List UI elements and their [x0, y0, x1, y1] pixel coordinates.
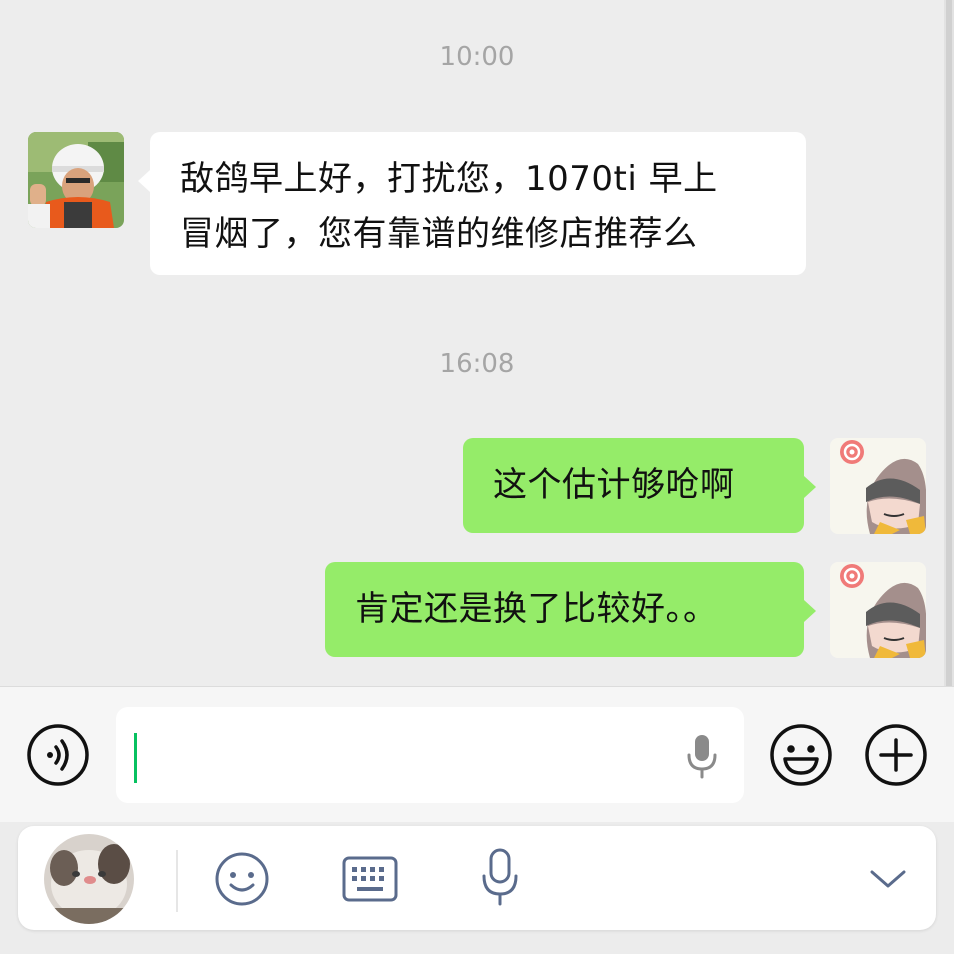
my-avatar[interactable]: [830, 562, 926, 658]
incoming-message-bubble[interactable]: 敌鸽早上好，打扰您，1070ti 早上 冒烟了，您有靠谱的维修店推荐么: [150, 132, 806, 275]
scrollbar[interactable]: [944, 0, 954, 686]
emoji-face-icon[interactable]: [214, 851, 270, 911]
message-timestamp: 16:08: [439, 349, 515, 379]
message-text: 这个估计够呛啊: [493, 465, 735, 505]
emoji-icon[interactable]: [769, 723, 833, 791]
plus-icon[interactable]: [864, 723, 928, 791]
bubble-tail: [804, 476, 816, 498]
keyboard-icon[interactable]: [342, 856, 398, 906]
toolbar-divider: [176, 850, 178, 912]
text-cursor: [134, 733, 137, 783]
outgoing-message-bubble[interactable]: 肯定还是换了比较好。。: [325, 562, 804, 657]
message-input-bar: [0, 686, 954, 822]
message-text-input[interactable]: [116, 707, 744, 803]
chat-message-list[interactable]: 10:00 敌鸽早上好，打扰您，1070ti 早上 冒烟了，您有靠谱的维修店推荐…: [0, 0, 954, 686]
microphone-icon[interactable]: [480, 848, 520, 912]
scrollbar-thumb[interactable]: [946, 0, 952, 686]
message-text-line: 敌鸽早上好，打扰您，1070ti 早上: [180, 159, 718, 199]
message-text: 肯定还是换了比较好。。: [355, 589, 718, 629]
bubble-tail: [138, 170, 150, 192]
message-timestamp: 10:00: [439, 42, 515, 72]
message-text-line: 冒烟了，您有靠谱的维修店推荐么: [180, 214, 698, 254]
chevron-down-icon[interactable]: [868, 866, 908, 896]
keyboard-toolbar-panel: [18, 826, 936, 930]
ime-avatar[interactable]: [44, 834, 134, 928]
voice-toggle-icon[interactable]: [26, 723, 90, 791]
keyboard-toolbar: [0, 822, 954, 954]
outgoing-message-bubble[interactable]: 这个估计够呛啊: [463, 438, 804, 533]
contact-avatar[interactable]: [28, 132, 124, 228]
microphone-icon[interactable]: [682, 733, 722, 785]
bubble-tail: [804, 600, 816, 622]
my-avatar[interactable]: [830, 438, 926, 534]
